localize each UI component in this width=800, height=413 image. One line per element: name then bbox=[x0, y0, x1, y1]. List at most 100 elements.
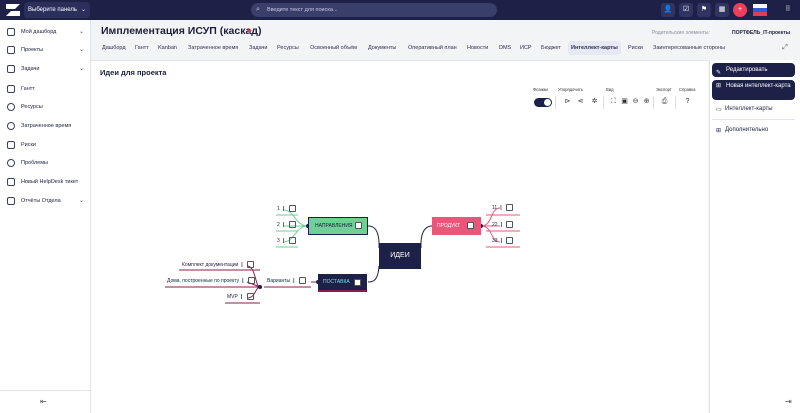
tab-mind-maps[interactable]: Интеллект-карты bbox=[568, 41, 621, 55]
leaf-label: 3 bbox=[277, 237, 280, 244]
tab-gantt[interactable]: Гантт bbox=[135, 41, 149, 55]
leaf-separator: | bbox=[500, 204, 502, 211]
zoom-out-icon[interactable]: ⊖ bbox=[631, 97, 640, 106]
node-checkbox[interactable] bbox=[298, 277, 306, 284]
tab-time-spent[interactable]: Затраченное время bbox=[188, 41, 238, 55]
help-icon[interactable]: ? bbox=[683, 97, 692, 106]
toolbar-divider bbox=[555, 96, 556, 109]
toolbar-label-export: Экспорт bbox=[656, 87, 672, 92]
tab-operational-plan[interactable]: Оперативный план bbox=[408, 41, 457, 55]
more-section[interactable]: ⊞ Дополнительно bbox=[716, 127, 769, 134]
mindmap-center-node[interactable]: ИДЕИ bbox=[379, 243, 421, 269]
sidebar-item-reports[interactable]: Отчёты Отдела ⌄ bbox=[0, 194, 91, 208]
sidebar-item-time[interactable]: Затраченное время bbox=[0, 119, 91, 133]
mindmap-leaf-node[interactable]: MVP | bbox=[227, 293, 254, 300]
mindmap-canvas[interactable] bbox=[91, 60, 708, 413]
tab-kanban[interactable]: Kanban bbox=[158, 41, 177, 55]
tab-dashboard[interactable]: Дашборд bbox=[102, 41, 126, 55]
sidebar-item-helpdesk[interactable]: Новый HelpDesk тикет bbox=[0, 175, 91, 189]
expand-tabs-icon[interactable]: ⤢ bbox=[779, 42, 791, 54]
arrange-right-icon[interactable]: ⊳ bbox=[563, 97, 572, 106]
tab-tasks[interactable]: Задачи bbox=[249, 41, 267, 55]
mindmap-leaf-node[interactable]: 33 | bbox=[492, 237, 514, 244]
flag-icon[interactable]: ⚑ bbox=[697, 3, 711, 17]
mindmap-node-napravleniya[interactable]: НАПРАВЛЕНИЯ bbox=[308, 217, 368, 235]
tab-documents[interactable]: Документы bbox=[368, 41, 396, 55]
panel-select[interactable]: Выберите панель ⌄ bbox=[24, 2, 90, 18]
toolbar-label-flags: Флажки bbox=[533, 87, 548, 92]
tab-news[interactable]: Новости bbox=[467, 41, 488, 55]
mindmap-leaf-node[interactable]: Комплект документации | bbox=[182, 261, 255, 268]
mindmap-node-postavka[interactable]: ПОСТАВКА bbox=[318, 274, 367, 292]
mindmap-node-varianty[interactable]: Варианты | bbox=[267, 277, 306, 284]
sidebar-item-risks[interactable]: Риски bbox=[0, 138, 91, 152]
chevron-down-icon: ⌄ bbox=[78, 29, 84, 35]
tab-wbs[interactable]: ИСР bbox=[520, 41, 532, 55]
leaf-separator: | bbox=[282, 205, 285, 212]
sidebar-item-dashboard[interactable]: Мой дашборд ⌄ bbox=[0, 25, 91, 39]
app-logo-icon[interactable] bbox=[5, 3, 21, 17]
node-checkbox[interactable] bbox=[467, 222, 474, 229]
top-bar: Выберите панель ⌄ ⌕ Введите текст для по… bbox=[0, 0, 800, 20]
favorite-heart-icon[interactable]: ♥ bbox=[247, 27, 252, 36]
sidebar-item-label: Затраченное время bbox=[21, 123, 72, 129]
mindmap-leaf-node[interactable]: Дома, построенные по проекту | bbox=[167, 277, 255, 284]
leaf-checkbox[interactable] bbox=[288, 221, 296, 228]
sidebar-item-tasks[interactable]: Задачи ⌄ bbox=[0, 62, 91, 76]
mindmap-node-produkt[interactable]: ПРОДУКТ bbox=[432, 217, 481, 235]
actual-size-icon[interactable]: ▣ bbox=[620, 97, 629, 106]
tab-dms[interactable]: DMS bbox=[499, 41, 511, 55]
arrange-radial-icon[interactable]: ✲ bbox=[590, 97, 599, 106]
leaf-checkbox[interactable] bbox=[288, 237, 296, 244]
mindmap-leaf-node[interactable]: 22 | bbox=[492, 221, 514, 228]
warning-icon bbox=[7, 159, 15, 167]
expand-plus-icon: ⊞ bbox=[716, 128, 722, 134]
sidebar-item-label: Ресурсы bbox=[21, 104, 43, 110]
sidebar-item-gantt[interactable]: Гантт bbox=[0, 82, 91, 96]
tab-stakeholders[interactable]: Заинтересованные стороны bbox=[653, 41, 725, 55]
calendar-icon[interactable]: ▦ bbox=[715, 3, 729, 17]
user-icon[interactable]: 👤 bbox=[661, 3, 675, 17]
mindmap-leaf-node[interactable]: 2 | bbox=[277, 221, 296, 228]
mindmap-leaf-node[interactable]: 11 | bbox=[492, 204, 513, 211]
collapse-sidebar-icon[interactable]: ⇤ bbox=[40, 397, 47, 406]
sidebar: Мой дашборд ⌄ Проекты ⌄ Задачи ⌄ Гантт Р… bbox=[0, 20, 91, 413]
checklist-icon[interactable]: ☑ bbox=[679, 3, 693, 17]
collapse-right-panel-icon[interactable]: ⇥ bbox=[785, 397, 792, 406]
fit-screen-icon[interactable]: ⛶ bbox=[609, 97, 618, 106]
toolbar-label-arrange: Упорядочить bbox=[558, 87, 583, 92]
arrange-both-icon[interactable]: ⋖ bbox=[576, 97, 585, 106]
tab-risks[interactable]: Риски bbox=[628, 41, 643, 55]
mindmaps-link-label: Интеллект-карты bbox=[725, 106, 773, 112]
language-flag-icon[interactable] bbox=[753, 4, 767, 16]
mindmaps-link[interactable]: ▭ Интеллект-карты bbox=[716, 106, 773, 113]
export-icon[interactable]: ⎙ bbox=[660, 97, 669, 106]
search-input[interactable]: ⌕ Введите текст для поиска... bbox=[251, 3, 497, 17]
leaf-checkbox[interactable] bbox=[506, 204, 513, 211]
plus-icon[interactable]: + bbox=[733, 3, 747, 17]
tab-earned-value[interactable]: Освоенный объём bbox=[310, 41, 357, 55]
sidebar-item-problems[interactable]: Проблемы bbox=[0, 156, 91, 170]
leaf-checkbox[interactable] bbox=[288, 205, 296, 212]
leaf-checkbox[interactable] bbox=[506, 237, 514, 244]
tab-budget[interactable]: Бюджет bbox=[541, 41, 561, 55]
sidebar-item-projects[interactable]: Проекты ⌄ bbox=[0, 43, 91, 57]
leaf-checkbox[interactable] bbox=[247, 277, 255, 284]
more-section-label: Дополнительно bbox=[725, 127, 769, 133]
zoom-in-icon[interactable]: ⊕ bbox=[642, 97, 651, 106]
leaf-checkbox[interactable] bbox=[506, 221, 514, 228]
parent-elements-link[interactable]: ПОРТФЕЛЬ_IT-проекты bbox=[732, 30, 790, 36]
node-checkbox[interactable] bbox=[355, 222, 362, 229]
leaf-checkbox[interactable] bbox=[247, 261, 255, 268]
apps-grid-icon[interactable]: ⠿ bbox=[781, 3, 795, 17]
node-checkbox[interactable] bbox=[354, 279, 361, 286]
sidebar-item-resources[interactable]: Ресурсы bbox=[0, 100, 91, 114]
mindmap-leaf-node[interactable]: 1 | bbox=[277, 205, 296, 212]
canvas-title: Идеи для проекта bbox=[100, 68, 167, 77]
new-mindmap-button[interactable]: ⊞ Новая интеллект-карта bbox=[712, 80, 795, 100]
mindmap-leaf-node[interactable]: 3 | bbox=[277, 237, 296, 244]
leaf-checkbox[interactable] bbox=[246, 293, 254, 300]
edit-button[interactable]: ✎ Редактировать bbox=[712, 63, 795, 77]
tab-resources[interactable]: Ресурсы bbox=[277, 41, 299, 55]
flags-toggle[interactable] bbox=[534, 98, 552, 107]
